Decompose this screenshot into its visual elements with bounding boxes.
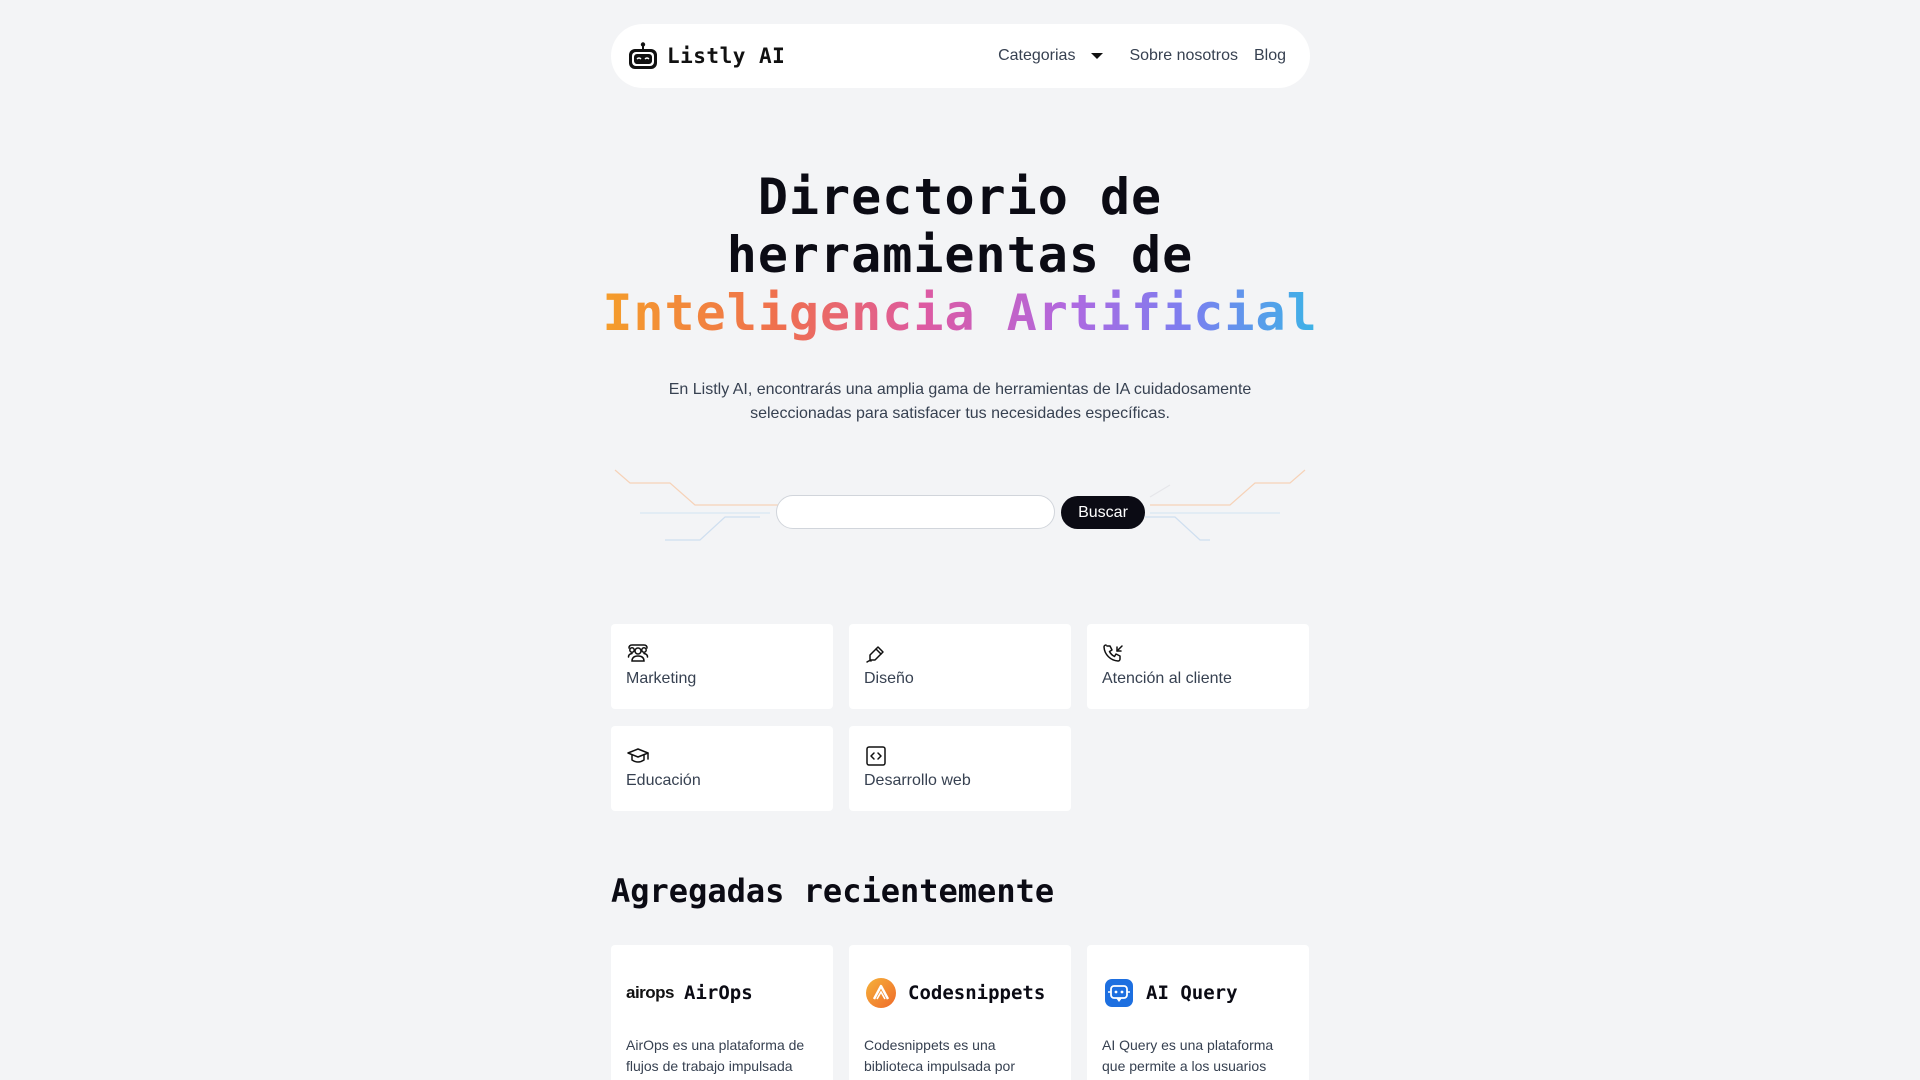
tool-card-codesnippets[interactable]: Codesnippets Codesnippets es una bibliot…: [849, 945, 1071, 1080]
page-title: Directorio de herramientas de Inteligenc…: [560, 168, 1360, 342]
title-line-2: herramientas de: [726, 226, 1194, 284]
tool-card-ai-query[interactable]: AI Query AI Query es una plataforma que …: [1087, 945, 1309, 1080]
category-card-educacion[interactable]: Educación: [611, 726, 833, 811]
users-icon: [627, 644, 649, 662]
search-input[interactable]: [776, 495, 1055, 529]
ai-query-logo-icon: [1105, 979, 1133, 1007]
category-card-marketing[interactable]: Marketing: [611, 624, 833, 709]
title-line-1: Directorio de: [757, 168, 1163, 226]
tool-card-airops[interactable]: airops AirOps AirOps es una plataforma d…: [611, 945, 833, 1080]
tool-name: Codesnippets: [908, 982, 1046, 1004]
category-card-diseno[interactable]: Diseño: [849, 624, 1071, 709]
brand-name: Listly AI: [667, 44, 786, 68]
codesnippets-logo-icon: [866, 978, 896, 1008]
tool-card-header: Codesnippets: [864, 975, 1056, 1011]
nav-categories-label: Categorias: [998, 47, 1076, 64]
pen-icon: [866, 646, 884, 663]
category-card-desarrollo-web[interactable]: Desarrollo web: [849, 726, 1071, 811]
code-icon: [866, 746, 886, 766]
top-navbar: Listly AI Categorias Sobre nosotros Blog: [611, 24, 1310, 88]
tool-card-header: airops AirOps: [626, 975, 818, 1011]
category-label: Desarrollo web: [864, 772, 971, 789]
brand-logo-link[interactable]: Listly AI: [627, 40, 785, 72]
chevron-down-icon: [1091, 53, 1104, 59]
category-label: Marketing: [626, 670, 697, 687]
airops-logo: airops: [626, 983, 675, 1002]
tool-description: Codesnippets es una biblioteca impulsada…: [864, 1037, 1015, 1074]
nav-categories-dropdown[interactable]: Categorias: [998, 47, 1113, 65]
tool-name: AirOps: [684, 982, 753, 1004]
tool-description: AirOps es una plataforma de flujos de tr…: [626, 1037, 805, 1074]
phone-incoming-icon: [1103, 644, 1123, 662]
nav-links: Categorias Sobre nosotros Blog: [998, 47, 1286, 65]
title-highlight: Inteligencia Artificial: [602, 284, 1318, 342]
graduation-cap-icon: [627, 748, 649, 763]
robot-logo-icon: [629, 42, 657, 69]
category-card-atencion-cliente[interactable]: Atención al cliente: [1087, 624, 1309, 709]
nav-about-link[interactable]: Sobre nosotros: [1129, 47, 1238, 65]
category-label: Educación: [626, 772, 701, 789]
recent-section-title: Agregadas recientemente: [611, 872, 1055, 910]
tool-name: AI Query: [1146, 982, 1238, 1004]
category-label: Diseño: [864, 670, 914, 687]
hero-subtitle: En Listly AI, encontrarás una amplia gam…: [668, 381, 1252, 422]
nav-blog-link[interactable]: Blog: [1254, 47, 1286, 65]
tool-card-header: AI Query: [1102, 975, 1294, 1011]
tool-description: AI Query es una plataforma que permite a…: [1102, 1037, 1274, 1074]
search-button[interactable]: Buscar: [1061, 496, 1145, 529]
category-label: Atención al cliente: [1102, 670, 1232, 687]
